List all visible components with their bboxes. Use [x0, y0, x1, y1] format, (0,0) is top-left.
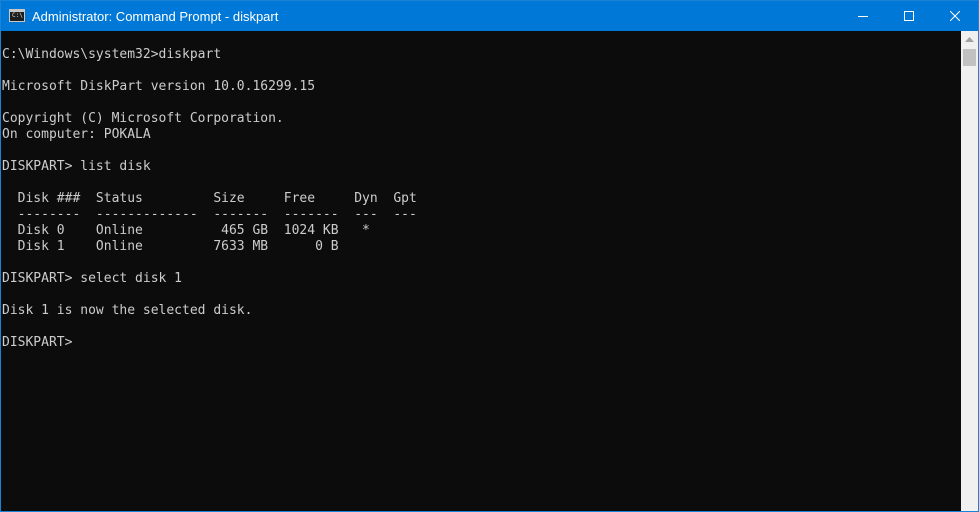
- console-line: DISKPART> list disk: [2, 159, 151, 174]
- maximize-icon: [904, 11, 914, 21]
- console-line: DISKPART> select disk 1: [2, 271, 183, 286]
- console-line: Microsoft DiskPart version 10.0.16299.15: [2, 79, 316, 94]
- scroll-thumb[interactable]: [963, 49, 976, 66]
- app-icon-text: C:\: [12, 12, 23, 19]
- close-button[interactable]: [932, 1, 978, 31]
- console-line: Disk 0 Online 465 GB 1024 KB *: [2, 223, 370, 238]
- console-text: C:\Windows\system32>diskpart Microsoft Di…: [1, 31, 961, 351]
- console-line: Copyright (C) Microsoft Corporation.: [2, 111, 284, 126]
- scroll-up-button[interactable]: [961, 31, 978, 48]
- title-bar[interactable]: C:\ Administrator: Command Prompt - disk…: [1, 1, 978, 31]
- cmd-app-icon[interactable]: C:\: [9, 9, 25, 22]
- window-title: Administrator: Command Prompt - diskpart: [32, 9, 279, 24]
- close-icon: [950, 11, 960, 21]
- scroll-up-arrow-icon: [965, 37, 974, 42]
- minimize-button[interactable]: [840, 1, 886, 31]
- console-line: Disk ### Status Size Free Dyn Gpt: [2, 191, 417, 206]
- command-prompt-window: C:\ Administrator: Command Prompt - disk…: [0, 0, 979, 512]
- console-line: Disk 1 Online 7633 MB 0 B: [2, 239, 339, 254]
- console-output[interactable]: C:\Windows\system32>diskpart Microsoft Di…: [1, 31, 961, 511]
- console-line: On computer: POKALA: [2, 127, 151, 142]
- vertical-scrollbar[interactable]: [961, 31, 978, 511]
- console-line: Disk 1 is now the selected disk.: [2, 303, 253, 318]
- console-line: DISKPART>: [2, 335, 81, 350]
- console-line: -------- ------------- ------- ------- -…: [2, 207, 417, 222]
- maximize-button[interactable]: [886, 1, 932, 31]
- console-line: C:\Windows\system32>diskpart: [2, 47, 222, 62]
- minimize-icon: [858, 16, 868, 17]
